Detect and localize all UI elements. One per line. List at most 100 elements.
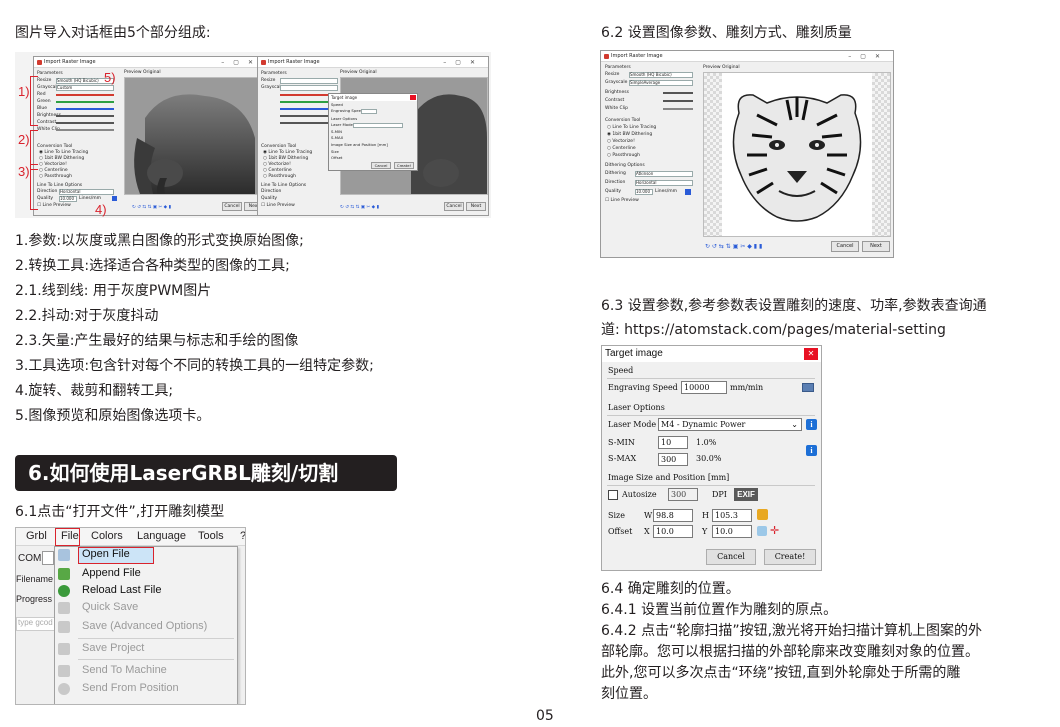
mini-laser-mode-select[interactable] — [353, 123, 403, 128]
height-input[interactable]: 105.3 — [712, 509, 752, 522]
grayscale-select-2[interactable] — [280, 85, 338, 91]
gcode-input[interactable]: type gcod — [16, 617, 56, 631]
mini-speed-input[interactable] — [361, 109, 377, 114]
blue-slider[interactable] — [56, 108, 114, 110]
tiger-dithering-select[interactable]: Atkinson — [635, 171, 693, 177]
com-select[interactable] — [42, 551, 54, 565]
mini-cancel[interactable]: Cancel — [371, 162, 391, 169]
cancel-button[interactable]: Cancel — [706, 549, 756, 565]
next-button-2[interactable]: Next — [466, 202, 486, 211]
center-icon[interactable] — [757, 526, 767, 536]
speed-table-icon[interactable] — [802, 383, 814, 392]
tiger-tool-line-label: Line To Line Tracing — [612, 125, 657, 130]
tiger-tool-vector[interactable]: ○ Vectorize! — [607, 138, 635, 145]
tiger-info-icon[interactable] — [685, 189, 691, 195]
brightness-slider[interactable] — [56, 115, 114, 117]
resize-select-2[interactable] — [280, 78, 338, 84]
send-to-machine-menu-item[interactable]: Send To Machine — [82, 664, 167, 676]
info-icon[interactable] — [112, 196, 117, 201]
original-tab[interactable]: Original — [143, 70, 161, 75]
offset-x-input[interactable]: 10.0 — [653, 525, 693, 538]
grayscale-select[interactable]: Custom — [56, 85, 114, 91]
tiger-next-button[interactable]: Next — [862, 241, 890, 252]
tiger-white-clip-label: White Clip — [605, 106, 629, 111]
engraving-speed-input[interactable]: 10000 — [681, 381, 727, 394]
send-from-position-menu-item[interactable]: Send From Position — [82, 682, 179, 694]
width-label: W — [644, 511, 653, 520]
crosshair-icon[interactable]: ✛ — [770, 525, 782, 537]
tiger-dialog: Import Raster Image –▢✕ Parameters Resize… — [600, 50, 894, 258]
menu-tab-tools[interactable]: Tools — [198, 530, 224, 542]
open-file-menu-item[interactable]: Open File — [82, 548, 130, 560]
original-tab-2[interactable]: Original — [359, 70, 377, 75]
offset-y-input[interactable]: 10.0 — [712, 525, 752, 538]
lock-icon[interactable] — [757, 509, 768, 520]
tiger-grayscale-select[interactable]: SimpleAverage — [629, 80, 693, 86]
tiger-line-preview-checkbox[interactable]: ☐ Line Preview — [605, 197, 639, 204]
laser-mode-info-icon[interactable]: i — [806, 419, 817, 430]
file-menu-screenshot: Grbl File Colors Language Tools ? COM Fi… — [15, 527, 246, 705]
mini-close-icon[interactable] — [410, 95, 416, 100]
line-preview-checkbox-2[interactable]: ☐ Line Preview — [261, 202, 295, 209]
autosize-checkbox[interactable] — [608, 490, 618, 500]
tiger-white-clip-slider[interactable] — [663, 108, 693, 110]
tiger-resize-select[interactable]: Smooth (HQ Bicubic) — [629, 72, 693, 78]
cancel-button-1[interactable]: Cancel — [222, 202, 242, 211]
menu-tab-file[interactable]: File — [61, 530, 79, 542]
tiger-quality-input[interactable]: 10.000 — [635, 189, 653, 195]
reload-last-file-menu-item[interactable]: Reload Last File — [82, 584, 162, 596]
exif-button[interactable]: EXIF — [734, 488, 758, 501]
intro-text: 图片导入对话框由5个部分组成: — [15, 25, 211, 41]
tiger-tool-dither[interactable]: ◉ 1bit BW Dithering — [607, 131, 652, 138]
width-input[interactable]: 98.8 — [653, 509, 693, 522]
tiger-cancel-button[interactable]: Cancel — [831, 241, 859, 252]
tiger-original-tab[interactable]: Original — [722, 65, 740, 70]
menu-tab-grbl[interactable]: Grbl — [26, 530, 47, 542]
preview-tab[interactable]: Preview — [124, 70, 142, 75]
tiger-brightness-slider[interactable] — [663, 92, 693, 94]
params-label-2: Parameters — [261, 71, 287, 76]
smin-input[interactable]: 10 — [658, 436, 688, 449]
smax-percent: 30.0% — [696, 454, 722, 463]
tiger-preview-tab[interactable]: Preview — [703, 65, 721, 70]
create-button[interactable]: Create! — [764, 549, 816, 565]
green-slider[interactable] — [56, 101, 114, 103]
line-preview-checkbox[interactable]: ☐ Line Preview — [37, 202, 71, 209]
close-icon[interactable]: ✕ — [804, 348, 818, 360]
save-advanced-menu-item[interactable]: Save (Advanced Options) — [82, 620, 207, 632]
menu-tab-language[interactable]: Language — [137, 530, 186, 542]
rotate-flip-toolbar-2[interactable]: ↻ ↺ ⇆ ⇅ ▣ ✂ ◆ ▮ — [340, 204, 379, 211]
tiger-tool-line[interactable]: ○ Line To Line Tracing — [607, 124, 656, 131]
save-project-menu-item[interactable]: Save Project — [82, 642, 144, 654]
quality-label-2: Quality — [261, 196, 278, 201]
menu-tab-colors[interactable]: Colors — [91, 530, 123, 542]
mini-create[interactable]: Create! — [394, 162, 414, 169]
contrast-slider[interactable] — [56, 122, 114, 124]
tool-option-passthrough-2[interactable]: ○ Passthrough — [263, 173, 296, 180]
menu-tab-help[interactable]: ? — [240, 530, 245, 542]
step-6-4-2-line-1: 6.4.2 点击“轮廓扫描”按钮,激光将开始扫描计算机上图案的外 — [601, 623, 983, 639]
size-group-label: Image Size and Position [mm] — [608, 473, 730, 482]
power-info-icon[interactable]: i — [806, 445, 817, 456]
dpi-input[interactable]: 300 — [668, 488, 698, 501]
tiger-direction-select[interactable]: Horizontal — [635, 180, 693, 186]
tiger-tool-centerline[interactable]: ○ Centerline — [607, 145, 636, 152]
rotate-flip-toolbar[interactable]: ↻ ↺ ⇆ ⇅ ▣ ✂ ◆ ▮ — [132, 204, 171, 211]
red-slider[interactable] — [56, 94, 114, 96]
tiger-contrast-slider[interactable] — [663, 100, 693, 102]
step-6-3-line-1: 6.3 设置参数,参考参数表设置雕刻的速度、功率,参数表查询通 — [601, 298, 987, 314]
item-2-2: 2.2.抖动:对于灰度抖动 — [15, 308, 159, 324]
append-file-menu-item[interactable]: Append File — [82, 567, 141, 579]
cancel-button-2[interactable]: Cancel — [444, 202, 464, 211]
tiger-rotate-toolbar[interactable]: ↻ ↺ ⇆ ⇅ ▣ ✂ ◆ ▮ ▮ — [705, 243, 762, 250]
tool-option-passthrough[interactable]: ○ Passthrough — [39, 173, 72, 180]
mini-laser-mode: Laser Mode — [331, 122, 353, 127]
quick-save-menu-item[interactable]: Quick Save — [82, 601, 138, 613]
tiger-tool-passthrough[interactable]: ○ Passthrough — [607, 152, 640, 159]
open-file-icon — [58, 549, 70, 561]
smax-input[interactable]: 300 — [658, 453, 688, 466]
laser-mode-select[interactable]: M4 - Dynamic Power ⌄ — [658, 418, 802, 431]
preview-tab-2[interactable]: Preview — [340, 70, 358, 75]
tiger-quality-label: Quality — [605, 189, 622, 194]
white-clip-slider[interactable] — [56, 129, 114, 131]
